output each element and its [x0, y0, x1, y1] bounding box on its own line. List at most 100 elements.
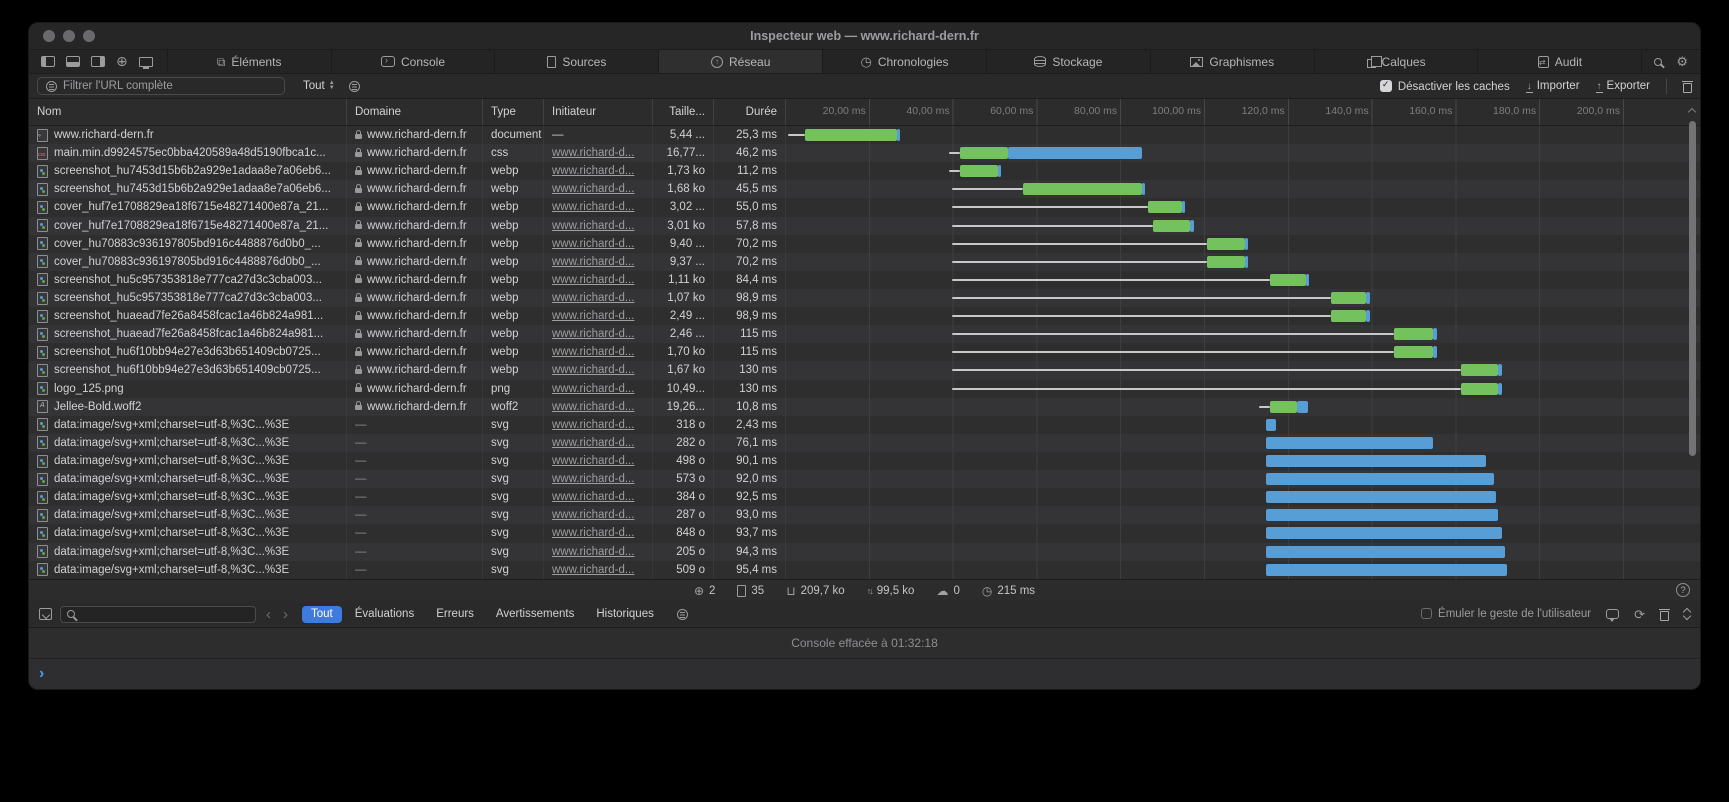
- console-filter-historiques[interactable]: Historiques: [587, 606, 663, 623]
- resource-initiator[interactable]: www.richard-d...: [552, 455, 634, 467]
- resource-initiator[interactable]: www.richard-d...: [552, 473, 634, 485]
- scrollbar-thumb[interactable]: [1689, 121, 1696, 456]
- table-row[interactable]: screenshot_hu5c957353818e777ca27d3c3cba0…: [29, 271, 1700, 289]
- tab-graphismes[interactable]: Graphismes: [1150, 50, 1314, 73]
- console-messages-icon[interactable]: [1606, 609, 1619, 619]
- resource-initiator[interactable]: www.richard-d...: [552, 401, 634, 413]
- help-button[interactable]: ?: [1676, 583, 1690, 597]
- resource-initiator[interactable]: www.richard-d...: [552, 310, 634, 322]
- table-row[interactable]: screenshot_hu7453d15b6b2a929e1adaa8e7a06…: [29, 162, 1700, 180]
- table-row[interactable]: logo_125.pngwww.richard-dern.frpngwww.ri…: [29, 380, 1700, 398]
- console-filter-options-icon[interactable]: [677, 609, 688, 620]
- tab-réseau[interactable]: Réseau: [658, 50, 822, 73]
- table-row[interactable]: data:image/svg+xml;charset=utf-8,%3C...%…: [29, 543, 1700, 561]
- resource-initiator[interactable]: www.richard-d...: [552, 201, 634, 213]
- column-header-nom[interactable]: Nom: [29, 99, 347, 125]
- search-icon[interactable]: [1654, 58, 1662, 66]
- column-header-duree[interactable]: Durée: [714, 99, 786, 125]
- resource-initiator[interactable]: www.richard-d...: [552, 292, 634, 304]
- table-row[interactable]: cover_hu70883c936197805bd916c4488876d0b0…: [29, 253, 1700, 271]
- minimize-window-button[interactable]: [63, 30, 75, 42]
- column-header-domaine[interactable]: Domaine: [347, 99, 483, 125]
- resource-initiator[interactable]: www.richard-d...: [552, 491, 634, 503]
- next-result-button[interactable]: ›: [281, 607, 290, 622]
- table-row[interactable]: data:image/svg+xml;charset=utf-8,%3C...%…: [29, 488, 1700, 506]
- table-row[interactable]: data:image/svg+xml;charset=utf-8,%3C...%…: [29, 561, 1700, 579]
- column-header-initiateur[interactable]: Initiateur: [544, 99, 653, 125]
- clear-network-icon[interactable]: [1683, 83, 1692, 93]
- tab-console[interactable]: Console: [331, 50, 495, 73]
- table-row[interactable]: www.richard-dern.frwww.richard-dern.frdo…: [29, 126, 1700, 144]
- table-row[interactable]: data:image/svg+xml;charset=utf-8,%3C...%…: [29, 470, 1700, 488]
- zoom-window-button[interactable]: [83, 30, 95, 42]
- resource-initiator[interactable]: www.richard-d...: [552, 364, 634, 376]
- tab-audit[interactable]: Audit: [1477, 50, 1641, 73]
- close-window-button[interactable]: [43, 30, 55, 42]
- table-row[interactable]: main.min.d9924575ec0bba420589a48d5190fbc…: [29, 144, 1700, 162]
- console-filter-avertissements[interactable]: Avertissements: [487, 606, 583, 623]
- console-filter-tout[interactable]: Tout: [302, 606, 342, 623]
- console-prompt[interactable]: ›: [29, 659, 1700, 689]
- resource-initiator[interactable]: www.richard-d...: [552, 509, 634, 521]
- table-row[interactable]: cover_huf7e1708829ea18f6715e48271400e87a…: [29, 198, 1700, 216]
- disable-caches-checkbox[interactable]: Désactiver les caches: [1380, 80, 1510, 93]
- filter-options-icon[interactable]: [349, 81, 360, 92]
- device-settings-icon[interactable]: [139, 57, 153, 67]
- resource-initiator[interactable]: www.richard-d...: [552, 183, 634, 195]
- column-header-type[interactable]: Type: [483, 99, 544, 125]
- resource-initiator[interactable]: www.richard-d...: [552, 165, 634, 177]
- url-filter-input[interactable]: Filtrer l'URL complète: [37, 77, 285, 95]
- scroll-up-icon[interactable]: [1688, 108, 1696, 116]
- tab-éléments[interactable]: ⧉Éléments: [167, 50, 331, 73]
- previous-result-button[interactable]: ‹: [264, 607, 273, 622]
- dock-right-icon[interactable]: [91, 56, 105, 67]
- gear-icon[interactable]: ⚙: [1676, 55, 1688, 68]
- table-row[interactable]: screenshot_huaead7fe26a8458fcac1a46b824a…: [29, 307, 1700, 325]
- vertical-scrollbar[interactable]: [1687, 101, 1698, 577]
- resource-initiator[interactable]: www.richard-d...: [552, 546, 634, 558]
- reload-icon[interactable]: ⟳: [1634, 608, 1645, 621]
- tab-chronologies[interactable]: ◷Chronologies: [822, 50, 986, 73]
- table-row[interactable]: cover_hu70883c936197805bd916c4488876d0b0…: [29, 235, 1700, 253]
- resource-initiator[interactable]: www.richard-d...: [552, 437, 634, 449]
- tab-stockage[interactable]: Stockage: [986, 50, 1150, 73]
- table-row[interactable]: data:image/svg+xml;charset=utf-8,%3C...%…: [29, 452, 1700, 470]
- resource-initiator[interactable]: www.richard-d...: [552, 383, 634, 395]
- resource-type-select[interactable]: Tout ▲▼: [303, 80, 335, 92]
- dock-left-icon[interactable]: [41, 56, 55, 67]
- resource-initiator[interactable]: www.richard-d...: [552, 527, 634, 539]
- emulate-user-gesture-checkbox[interactable]: Émuler le geste de l'utilisateur: [1421, 608, 1591, 620]
- resource-initiator[interactable]: www.richard-d...: [552, 564, 634, 576]
- resource-initiator[interactable]: www.richard-d...: [552, 147, 634, 159]
- table-row[interactable]: screenshot_hu5c957353818e777ca27d3c3cba0…: [29, 289, 1700, 307]
- tab-calques[interactable]: Calques: [1314, 50, 1478, 73]
- resource-initiator[interactable]: www.richard-d...: [552, 256, 634, 268]
- tab-sources[interactable]: Sources: [494, 50, 658, 73]
- column-header-taille[interactable]: Taille...: [653, 99, 714, 125]
- collapse-console-icon[interactable]: [1684, 609, 1690, 619]
- table-row[interactable]: data:image/svg+xml;charset=utf-8,%3C...%…: [29, 434, 1700, 452]
- console-search-input[interactable]: [60, 606, 256, 623]
- resource-initiator[interactable]: www.richard-d...: [552, 328, 634, 340]
- table-row[interactable]: screenshot_hu6f10bb94e27e3d63b651409cb07…: [29, 343, 1700, 361]
- console-filter-erreurs[interactable]: Erreurs: [427, 606, 483, 623]
- console-scope-icon[interactable]: [39, 608, 52, 620]
- table-row[interactable]: cover_huf7e1708829ea18f6715e48271400e87a…: [29, 217, 1700, 235]
- table-row[interactable]: data:image/svg+xml;charset=utf-8,%3C...%…: [29, 416, 1700, 434]
- inspect-element-icon[interactable]: ⊕: [116, 56, 128, 67]
- table-row[interactable]: Jellee-Bold.woff2www.richard-dern.frwoff…: [29, 398, 1700, 416]
- table-row[interactable]: screenshot_huaead7fe26a8458fcac1a46b824a…: [29, 325, 1700, 343]
- console-filter-évaluations[interactable]: Évaluations: [346, 606, 423, 623]
- clear-console-icon[interactable]: [1660, 611, 1669, 621]
- resource-initiator[interactable]: www.richard-d...: [552, 220, 634, 232]
- dock-bottom-icon[interactable]: [66, 56, 80, 67]
- table-row[interactable]: data:image/svg+xml;charset=utf-8,%3C...%…: [29, 524, 1700, 542]
- table-row[interactable]: screenshot_hu6f10bb94e27e3d63b651409cb07…: [29, 361, 1700, 379]
- table-row[interactable]: data:image/svg+xml;charset=utf-8,%3C...%…: [29, 506, 1700, 524]
- import-button[interactable]: ↓Importer: [1526, 80, 1580, 93]
- resource-initiator[interactable]: www.richard-d...: [552, 419, 634, 431]
- resource-initiator[interactable]: www.richard-d...: [552, 274, 634, 286]
- resource-initiator[interactable]: www.richard-d...: [552, 238, 634, 250]
- export-button[interactable]: ↑Exporter: [1596, 80, 1650, 93]
- table-row[interactable]: screenshot_hu7453d15b6b2a929e1adaa8e7a06…: [29, 180, 1700, 198]
